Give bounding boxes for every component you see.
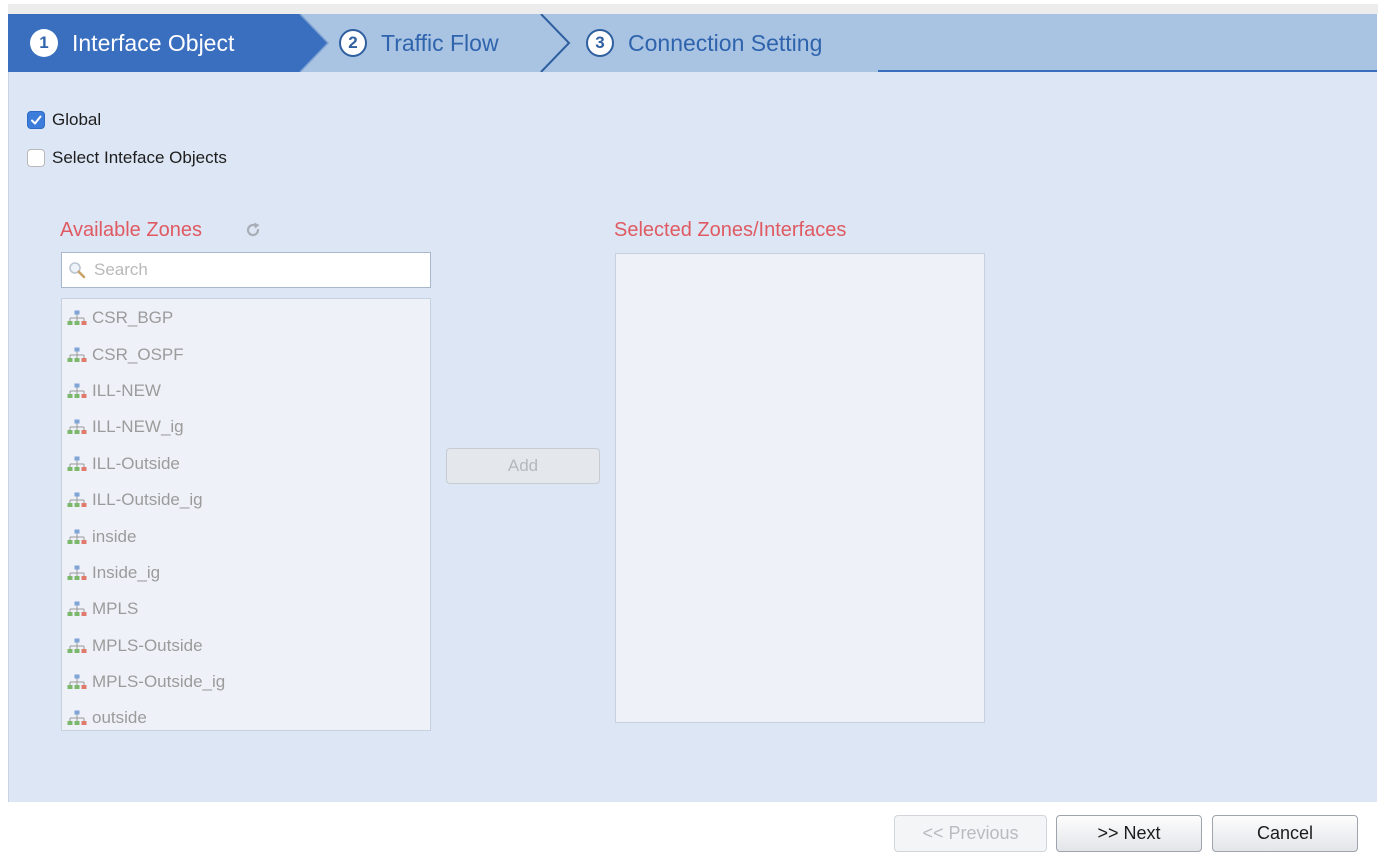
zone-item-label: MPLS (92, 599, 139, 619)
selected-zones-title: Selected Zones/Interfaces (614, 219, 847, 241)
zone-item-label: ILL-NEW (92, 380, 161, 400)
window-top-border (8, 4, 1378, 14)
interface-object-panel: Global Select Inteface Objects Available… (8, 72, 1377, 802)
step-1-label: Interface Object (72, 29, 235, 56)
previous-button[interactable]: << Previous (894, 815, 1047, 852)
step-2-traffic-flow[interactable]: 2 Traffic Flow (339, 14, 499, 72)
select-interface-objects-label: Select Inteface Objects (52, 148, 227, 167)
step-3-label: Connection Setting (628, 29, 823, 56)
step-1-interface-object[interactable]: 1 Interface Object (30, 14, 234, 72)
select-interface-objects-checkbox[interactable] (27, 149, 45, 167)
network-zone-icon (67, 456, 87, 472)
zone-item-label: MPLS-Outside (92, 635, 203, 655)
step-3-number: 3 (586, 29, 614, 57)
step-1-number: 1 (30, 29, 58, 57)
zone-item-label: CSR_OSPF (92, 344, 184, 364)
global-option[interactable]: Global (27, 110, 101, 130)
zone-search-box[interactable] (61, 252, 431, 288)
select-interface-objects-option[interactable]: Select Inteface Objects (27, 148, 227, 168)
cancel-button[interactable]: Cancel (1212, 815, 1358, 852)
network-zone-icon (67, 492, 87, 508)
next-button[interactable]: >> Next (1056, 815, 1202, 852)
network-zone-icon (67, 529, 87, 545)
zone-list-item[interactable]: ILL-NEW (62, 373, 430, 409)
zone-list-item[interactable]: ILL-Outside (62, 446, 430, 482)
step-2-number: 2 (339, 29, 367, 57)
network-zone-icon (67, 565, 87, 581)
refresh-icon[interactable] (244, 221, 262, 244)
step-2-label: Traffic Flow (381, 29, 499, 56)
zone-list-item[interactable]: CSR_OSPF (62, 336, 430, 372)
zone-list-item[interactable]: MPLS-Outside_ig (62, 664, 430, 700)
network-zone-icon (67, 383, 87, 399)
zone-list-item[interactable]: ILL-Outside_ig (62, 482, 430, 518)
available-zones-title: Available Zones (60, 219, 202, 241)
step-divider-chevron-2 (540, 14, 571, 72)
available-zones-list[interactable]: CSR_BGP CSR_OSPF ILL-NEW ILL-NEW_ig ILL-Outs… (61, 298, 431, 731)
network-zone-icon (67, 710, 87, 726)
selected-zones-list[interactable] (615, 253, 985, 723)
zone-item-label: Inside_ig (92, 562, 161, 582)
checkmark-icon (31, 115, 42, 125)
zone-list-item[interactable]: MPLS (62, 591, 430, 627)
step-3-connection-setting[interactable]: 3 Connection Setting (586, 14, 822, 72)
global-label: Global (52, 110, 102, 129)
network-zone-icon (67, 601, 87, 617)
zone-item-label: MPLS-Outside_ig (92, 672, 226, 692)
add-button[interactable]: Add (446, 448, 600, 484)
zone-search-input[interactable] (94, 260, 394, 280)
network-zone-icon (67, 310, 87, 326)
network-zone-icon (67, 419, 87, 435)
zone-item-label: outside (92, 708, 147, 728)
network-zone-icon (67, 638, 87, 654)
zone-item-label: CSR_BGP (92, 308, 174, 328)
zone-item-label: ILL-Outside (92, 453, 180, 473)
zone-list-item[interactable]: CSR_BGP (62, 300, 430, 336)
network-zone-icon (67, 674, 87, 690)
search-icon (68, 261, 86, 279)
zone-list-item[interactable]: inside (62, 518, 430, 554)
zone-item-label: inside (92, 526, 137, 546)
zone-list-item[interactable]: MPLS-Outside (62, 628, 430, 664)
wizard-step-bar: 1 Interface Object 2 Traffic Flow 3 Conn… (8, 14, 1377, 72)
zone-list-item[interactable]: ILL-NEW_ig (62, 409, 430, 445)
zone-item-label: ILL-NEW_ig (92, 417, 184, 437)
zone-list-item[interactable]: outside (62, 700, 430, 730)
global-checkbox[interactable] (27, 111, 45, 129)
zone-list-item[interactable]: Inside_ig (62, 555, 430, 591)
network-zone-icon (67, 347, 87, 363)
zone-item-label: ILL-Outside_ig (92, 490, 203, 510)
